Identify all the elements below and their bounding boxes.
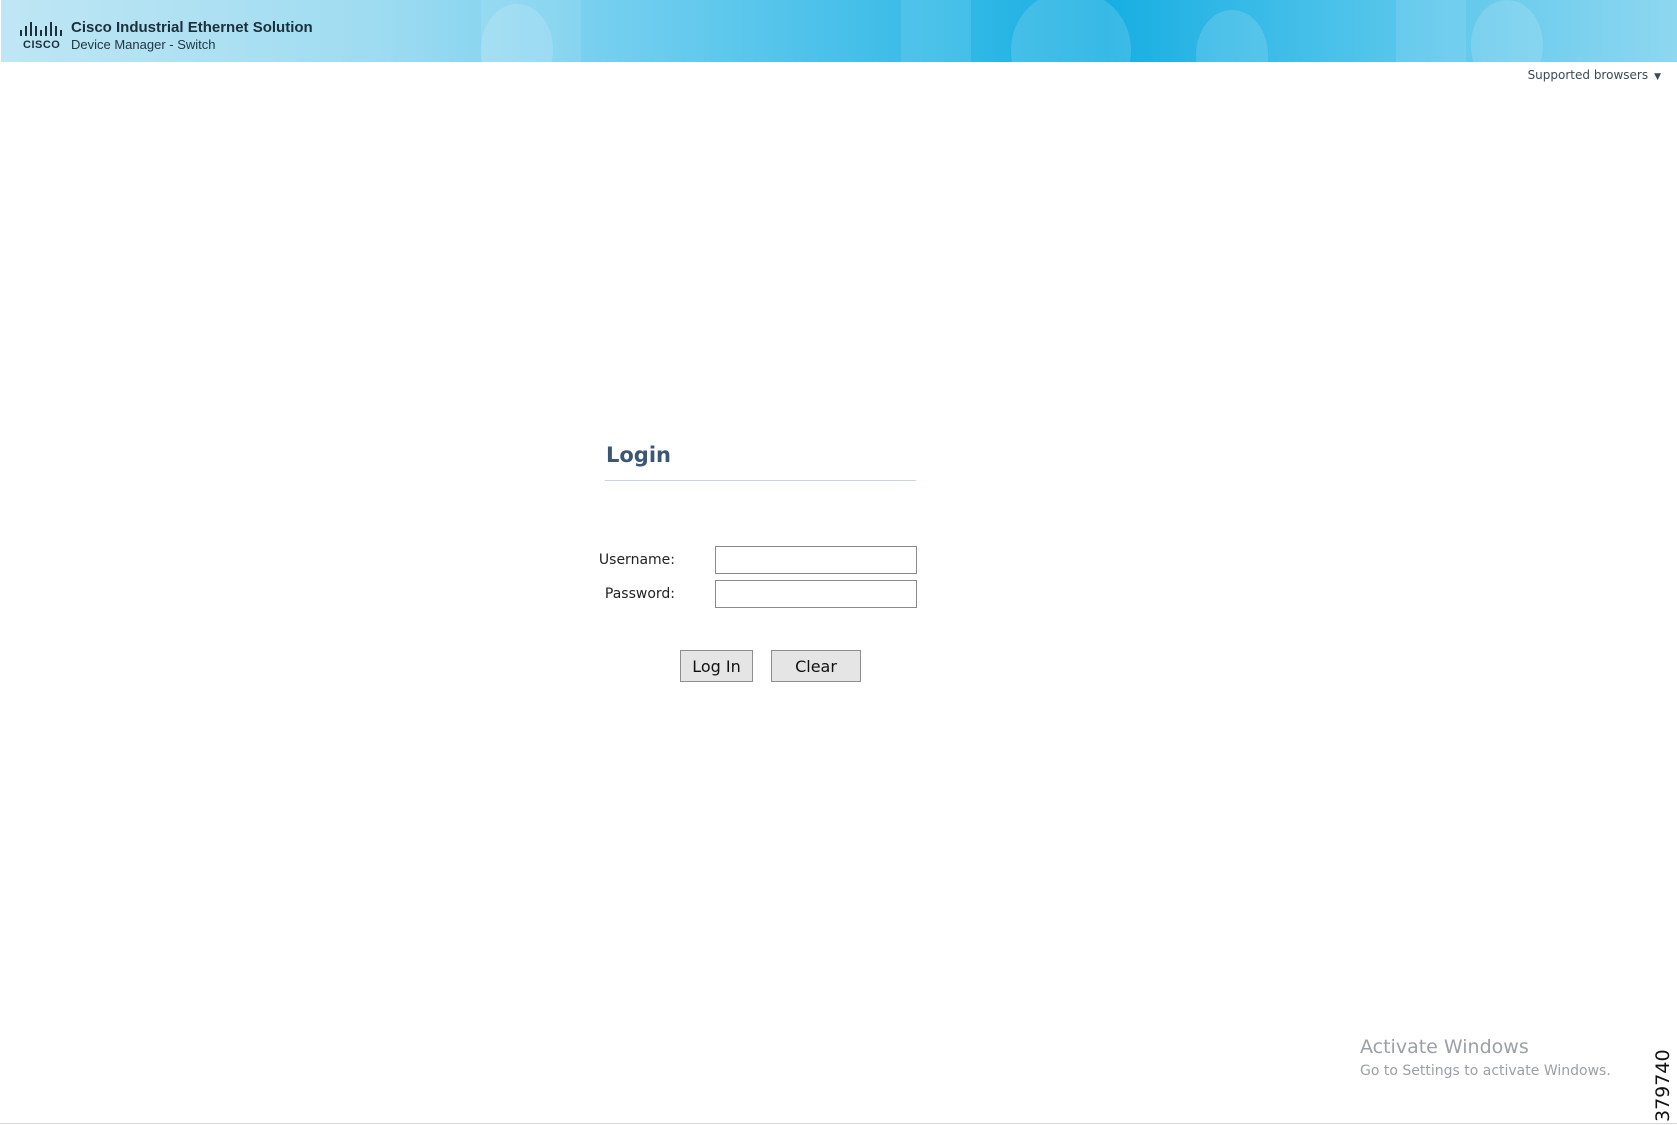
clear-button[interactable]: Clear: [771, 650, 861, 682]
product-subtitle: Device Manager - Switch: [71, 37, 216, 52]
login-divider: [605, 480, 916, 481]
header-decoration: [1471, 0, 1543, 62]
supported-browsers-label: Supported browsers: [1527, 68, 1649, 82]
header-banner: CISCO Cisco Industrial Ethernet Solution…: [1, 0, 1677, 62]
password-input[interactable]: [715, 580, 917, 608]
password-label: Password:: [604, 586, 675, 602]
username-input[interactable]: [715, 546, 917, 574]
supported-browsers-link[interactable]: Supported browsers ▼: [1528, 68, 1661, 82]
cisco-logo: CISCO: [19, 20, 63, 54]
bottom-divider: [0, 1123, 1677, 1124]
username-label: Username:: [598, 552, 675, 568]
activate-windows-title: Activate Windows: [1360, 1036, 1529, 1058]
figure-number: 379740: [1652, 1049, 1674, 1122]
cisco-logo-word: CISCO: [23, 39, 61, 51]
login-button[interactable]: Log In: [680, 650, 753, 682]
cisco-bars-logo-icon: [20, 22, 62, 36]
header-decoration: [1011, 0, 1131, 62]
login-title: Login: [606, 443, 671, 467]
activate-windows-subtitle: Go to Settings to activate Windows.: [1360, 1063, 1611, 1079]
header-decoration: [1196, 10, 1268, 62]
header-decoration: [1396, 0, 1466, 62]
product-title: Cisco Industrial Ethernet Solution: [71, 19, 313, 36]
header-decoration: [901, 0, 971, 62]
caret-down-icon: ▼: [1654, 72, 1661, 82]
